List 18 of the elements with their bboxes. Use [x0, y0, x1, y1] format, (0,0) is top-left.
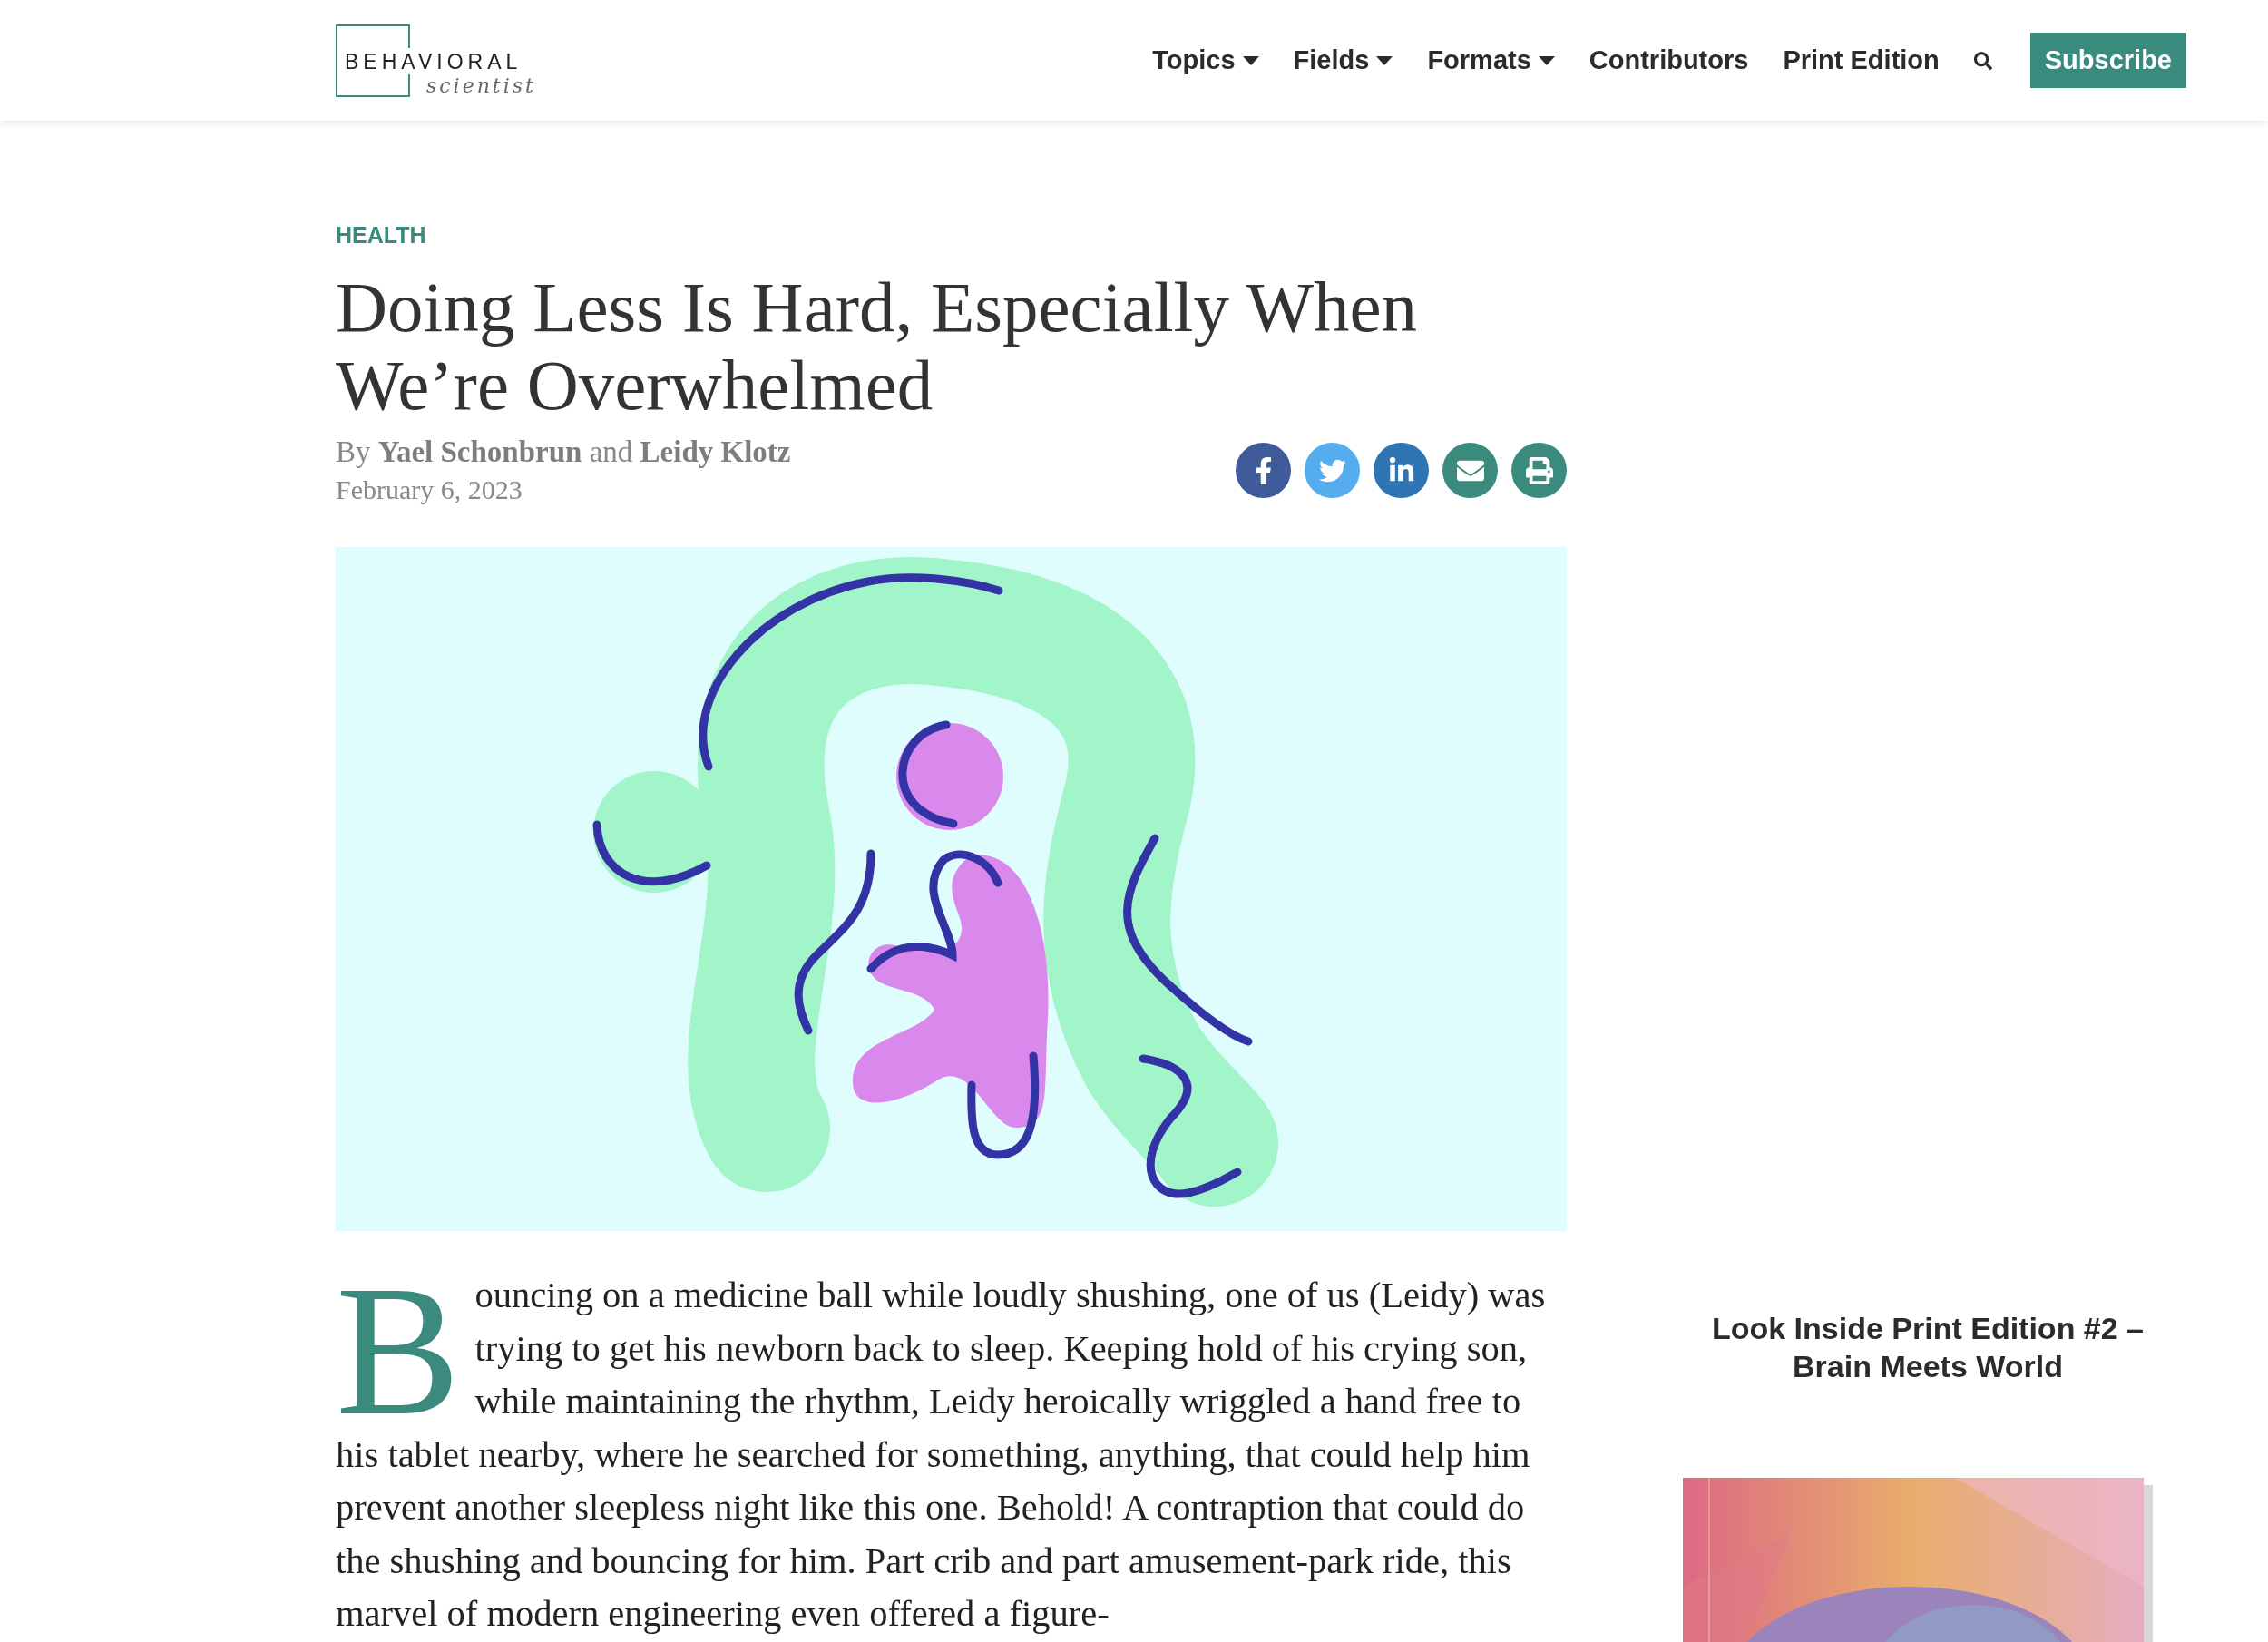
facebook-share-button[interactable]	[1236, 443, 1291, 498]
linkedin-share-button[interactable]	[1374, 443, 1429, 498]
nav-link[interactable]: Fields	[1293, 45, 1393, 75]
article-title: Doing Less Is Hard, Especially When We’re Overwhelmed	[336, 269, 1419, 425]
promo-title[interactable]: Look Inside Print Edition #2 – Brain Meets World	[1674, 1309, 2182, 1385]
nav-link[interactable]: Contributors	[1589, 45, 1749, 75]
search-button[interactable]	[1973, 51, 1992, 70]
nav-link[interactable]: Print Edition	[1783, 45, 1940, 75]
logo[interactable]: BEHAVIORAL scientist	[336, 24, 536, 97]
publish-date: February 6, 2023	[336, 474, 523, 505]
print-share-button[interactable]	[1511, 443, 1567, 498]
byline: By Yael Schonbrun and Leidy Klotz	[336, 435, 791, 469]
nav-link[interactable]: Topics	[1152, 45, 1259, 75]
email-share-button[interactable]	[1442, 443, 1498, 498]
subscribe-button[interactable]: Subscribe	[2029, 33, 2186, 88]
nav-link[interactable]: Formats	[1427, 45, 1555, 75]
print-icon	[1525, 456, 1553, 484]
category-link[interactable]: HEALTH	[336, 222, 1567, 249]
